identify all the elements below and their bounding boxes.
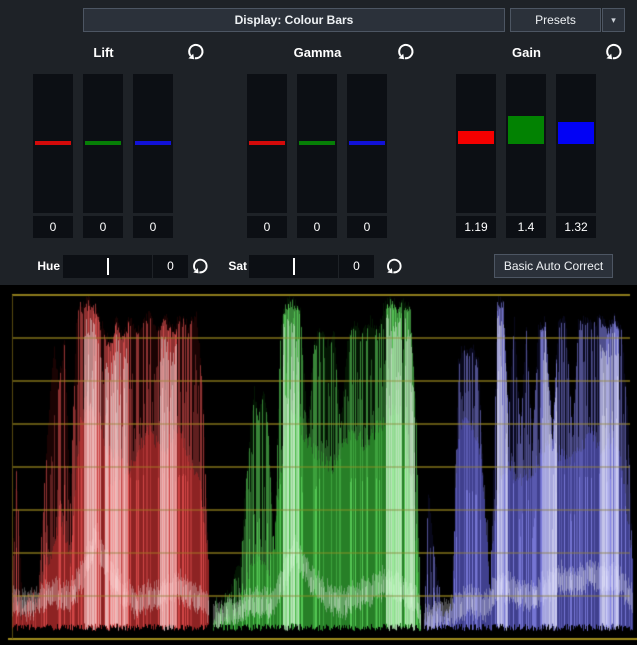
gamma-blue-slider-handle[interactable] — [349, 141, 385, 145]
lift-green-slider-handle[interactable] — [85, 141, 121, 145]
lift-red-slider-handle[interactable] — [35, 141, 71, 145]
lift-reset-button[interactable] — [185, 42, 205, 62]
rgb-parade-waveform-scope — [0, 285, 637, 645]
gain-blue-slider[interactable] — [556, 74, 596, 213]
gamma-reset-button[interactable] — [395, 42, 415, 62]
reset-circular-arrow-icon — [604, 42, 623, 61]
chevron-down-icon: ▾ — [611, 15, 616, 26]
gamma-blue-value: 0 — [347, 216, 387, 238]
gamma-blue-slider[interactable] — [347, 74, 387, 213]
gain-blue-value: 1.32 — [556, 216, 596, 238]
gamma-green-slider-handle[interactable] — [299, 141, 335, 145]
gamma-red-slider[interactable] — [247, 74, 287, 213]
sat-slider-handle[interactable] — [293, 258, 295, 275]
gamma-section-label: Gamma — [247, 45, 388, 60]
lift-green-slider[interactable] — [83, 74, 123, 213]
lift-blue-slider-handle[interactable] — [135, 141, 171, 145]
hue-slider[interactable] — [63, 255, 152, 278]
reset-circular-arrow-icon — [396, 42, 415, 61]
hue-value: 0 — [153, 255, 188, 278]
gain-blue-slider-handle[interactable] — [558, 122, 594, 144]
sat-slider[interactable] — [249, 255, 338, 278]
lift-green-value: 0 — [83, 216, 123, 238]
gamma-green-slider[interactable] — [297, 74, 337, 213]
lift-blue-value: 0 — [133, 216, 173, 238]
gain-green-slider[interactable] — [506, 74, 546, 213]
hue-slider-handle[interactable] — [107, 258, 109, 275]
gain-red-value: 1.19 — [456, 216, 496, 238]
reset-circular-arrow-icon — [186, 42, 205, 61]
gain-red-slider[interactable] — [456, 74, 496, 213]
lift-red-slider[interactable] — [33, 74, 73, 213]
presets-dropdown-button[interactable]: ▾ — [602, 8, 625, 32]
sat-value: 0 — [339, 255, 374, 278]
basic-auto-correct-button[interactable]: Basic Auto Correct — [494, 254, 613, 278]
gain-reset-button[interactable] — [603, 42, 623, 62]
sat-label: Sat — [205, 255, 247, 278]
colour-correct-panel: { "top_bar": { "display_button": "Displa… — [0, 0, 637, 645]
gain-red-slider-handle[interactable] — [458, 131, 494, 144]
lift-blue-slider[interactable] — [133, 74, 173, 213]
gamma-red-value: 0 — [247, 216, 287, 238]
presets-button[interactable]: Presets — [510, 8, 601, 32]
lift-red-value: 0 — [33, 216, 73, 238]
lift-section-label: Lift — [33, 45, 174, 60]
display-mode-button[interactable]: Display: Colour Bars — [83, 8, 505, 32]
sat-reset-button[interactable] — [384, 257, 403, 276]
gain-section-label: Gain — [456, 45, 597, 60]
gain-green-slider-handle[interactable] — [508, 116, 544, 144]
reset-circular-arrow-icon — [385, 257, 403, 275]
hue-label: Hue — [18, 255, 60, 278]
gamma-green-value: 0 — [297, 216, 337, 238]
gamma-red-slider-handle[interactable] — [249, 141, 285, 145]
gain-green-value: 1.4 — [506, 216, 546, 238]
